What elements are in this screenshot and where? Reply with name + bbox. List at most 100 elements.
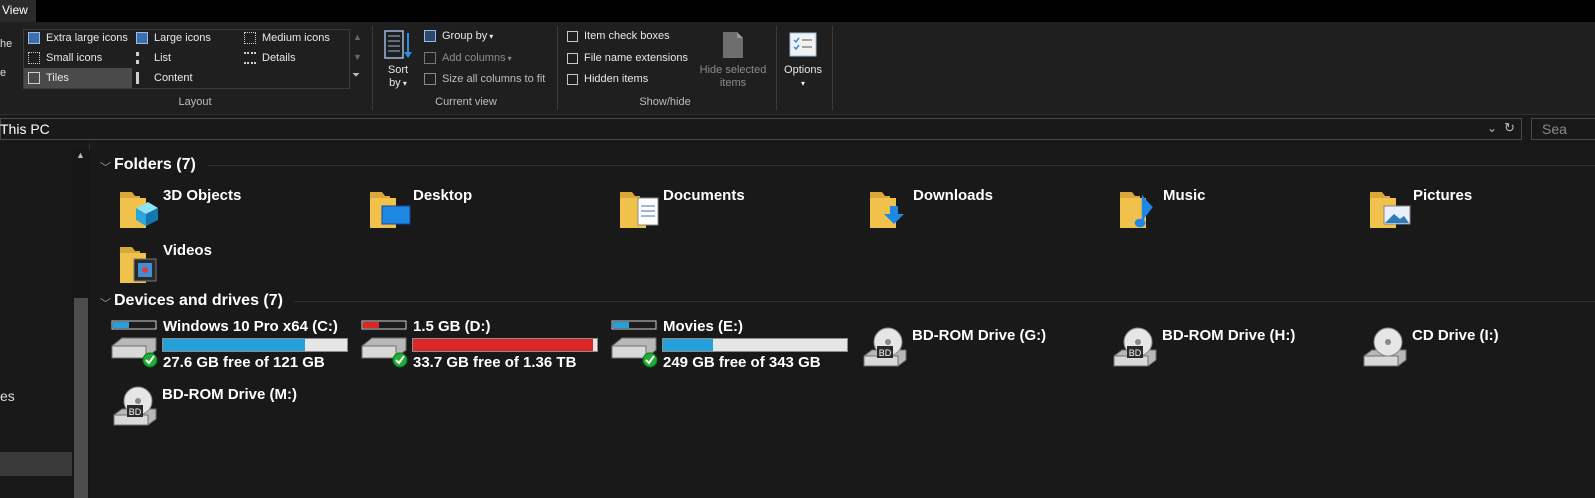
- gallery-expand-icon[interactable]: ⏷: [352, 70, 360, 81]
- documents-folder-icon: [620, 192, 659, 228]
- drive-tile[interactable]: Windows 10 Pro x64 (C:) 27.6 GB free of 1…: [110, 318, 350, 374]
- group-by-icon: [424, 30, 436, 42]
- scroll-up-icon[interactable]: ▲: [76, 150, 85, 160]
- hide-selected-label-1: Hide selected: [699, 64, 767, 76]
- hide-selected-items-button[interactable]: Hide selected items: [694, 64, 772, 90]
- hidden-items-checkbox[interactable]: [567, 73, 578, 85]
- search-input[interactable]: Sea: [1531, 118, 1595, 140]
- tiles-icon: [28, 72, 40, 84]
- optical-drive-name: BD-ROM Drive (H:): [1162, 327, 1296, 344]
- refresh-icon[interactable]: ↻: [1504, 120, 1515, 136]
- folder-tile[interactable]: Pictures: [1368, 186, 1595, 232]
- size-columns-icon: [424, 73, 436, 85]
- file-name-extensions-toggle[interactable]: File name extensions: [567, 52, 688, 64]
- size-all-columns-button[interactable]: Size all columns to fit: [424, 73, 545, 85]
- address-path[interactable]: This PC: [0, 119, 50, 139]
- bd-rom-drive-icon: BD: [113, 386, 157, 426]
- layout-large-icons[interactable]: Large icons: [136, 32, 211, 44]
- drive-name: 1.5 GB (D:): [413, 318, 491, 335]
- add-columns-button[interactable]: Add columns ▾: [424, 52, 512, 64]
- extra-large-icons-icon: [28, 32, 40, 44]
- address-history-chevron-icon[interactable]: ⌄: [1487, 121, 1497, 135]
- layout-list[interactable]: List: [136, 52, 171, 64]
- ribbon-separator: [372, 26, 373, 110]
- nav-fragment-2: e: [0, 67, 7, 79]
- add-columns-icon: [424, 52, 436, 64]
- drive-capacity-bar: [412, 338, 598, 352]
- drive-tile[interactable]: 1.5 GB (D:) 33.7 GB free of 1.36 TB: [360, 318, 600, 374]
- group-by-button[interactable]: Group by ▾: [424, 30, 493, 42]
- bd-rom-drive-icon: BD: [863, 327, 907, 367]
- file-name-extensions-checkbox[interactable]: [567, 52, 578, 64]
- folder-tile[interactable]: Documents: [618, 186, 858, 232]
- cd-drive-icon: [1363, 327, 1407, 367]
- large-icons-label: Large icons: [154, 32, 211, 44]
- nav-fragment-1: he: [0, 38, 13, 50]
- bd-badge: BD: [879, 348, 892, 358]
- hide-selected-items-icon: [720, 30, 746, 60]
- drives-collapse-icon[interactable]: ﹀: [100, 295, 111, 311]
- layout-small-icons[interactable]: Small icons: [28, 52, 102, 64]
- options-icon: [789, 32, 817, 58]
- file-name-extensions-label: File name extensions: [584, 52, 688, 64]
- gallery-scroll-down-icon[interactable]: ▼: [353, 52, 362, 62]
- folder-tile[interactable]: Music: [1118, 186, 1358, 232]
- small-icons-label: Small icons: [46, 52, 103, 64]
- nav-fragment-3: es: [0, 388, 15, 404]
- gallery-scroll-up-icon[interactable]: ▲: [353, 32, 362, 42]
- bd-badge: BD: [1129, 348, 1142, 358]
- folder-tile[interactable]: 3D Objects: [118, 186, 358, 232]
- item-check-boxes-checkbox[interactable]: [567, 30, 578, 42]
- medium-icons-icon: [244, 32, 256, 44]
- layout-medium-icons[interactable]: Medium icons: [244, 32, 330, 44]
- ribbon-tab-strip: [0, 0, 1595, 22]
- hidden-items-toggle[interactable]: Hidden items: [567, 73, 648, 85]
- sort-by-label-2: by: [389, 77, 401, 89]
- optical-drive-tile[interactable]: BD BD-ROM Drive (M:): [112, 385, 352, 429]
- folder-tile[interactable]: Downloads: [868, 186, 1108, 232]
- options-label: Options: [784, 64, 822, 76]
- group-by-dropdown-icon: ▾: [489, 31, 494, 41]
- layout-details[interactable]: Details: [244, 52, 296, 64]
- layout-content[interactable]: Content: [136, 72, 193, 84]
- optical-drive-name: BD-ROM Drive (M:): [162, 386, 297, 403]
- folder-tile[interactable]: Videos: [118, 241, 358, 287]
- nav-selected-item[interactable]: [0, 452, 72, 476]
- hard-drive-icon: [361, 320, 408, 368]
- folder-tile[interactable]: Desktop: [368, 186, 608, 232]
- ribbon-separator: [557, 26, 558, 110]
- optical-drive-tile[interactable]: BD BD-ROM Drive (H:): [1112, 326, 1352, 370]
- tab-view[interactable]: View: [0, 0, 36, 22]
- optical-drive-name: BD-ROM Drive (G:): [912, 327, 1047, 344]
- nav-scrollbar-thumb[interactable]: [74, 298, 88, 498]
- address-bar[interactable]: [0, 118, 1522, 140]
- drive-free-space: 33.7 GB free of 1.36 TB: [413, 354, 577, 371]
- item-check-boxes-label: Item check boxes: [584, 30, 670, 42]
- folders-header[interactable]: Folders (7): [114, 156, 196, 174]
- drives-header[interactable]: Devices and drives (7): [114, 292, 283, 310]
- options-dropdown-icon: ▾: [800, 79, 805, 88]
- hidden-items-label: Hidden items: [584, 73, 649, 85]
- optical-drive-tile[interactable]: BD BD-ROM Drive (G:): [862, 326, 1102, 370]
- bd-rom-drive-icon: BD: [1113, 327, 1157, 367]
- layout-extra-large-icons[interactable]: Extra large icons: [28, 32, 128, 44]
- size-columns-label: Size all columns to fit: [442, 73, 546, 85]
- medium-icons-label: Medium icons: [262, 32, 330, 44]
- sort-by-button[interactable]: Sort by ▾: [380, 64, 416, 90]
- options-button[interactable]: Options ▾: [780, 64, 826, 90]
- item-check-boxes-toggle[interactable]: Item check boxes: [567, 30, 670, 42]
- music-folder-icon: [1120, 192, 1153, 228]
- videos-folder-icon: [120, 247, 157, 283]
- optical-drive-tile[interactable]: CD Drive (I:): [1362, 326, 1595, 370]
- folders-collapse-icon[interactable]: ﹀: [100, 159, 111, 175]
- drive-tile[interactable]: Movies (E:) 249 GB free of 343 GB: [610, 318, 850, 374]
- layout-tiles[interactable]: Tiles: [28, 72, 69, 84]
- current-view-group-label: Current view: [435, 96, 497, 108]
- list-icon: [136, 52, 148, 64]
- downloads-folder-icon: [870, 192, 904, 228]
- sort-by-label-2-row: by ▾: [380, 77, 416, 90]
- tiles-label: Tiles: [46, 72, 69, 84]
- folder-name: Desktop: [413, 187, 473, 204]
- hard-drive-icon: [611, 320, 658, 368]
- ribbon-separator: [832, 26, 833, 110]
